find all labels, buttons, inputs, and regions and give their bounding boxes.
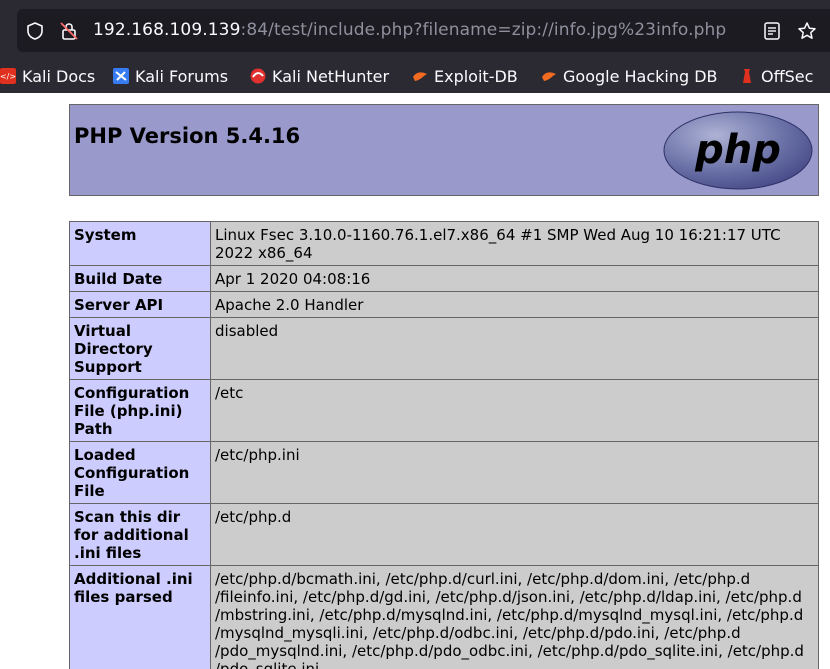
bookmark-label: Kali NetHunter [272,66,390,86]
bookmark-label: Kali Docs [22,66,96,86]
row-value: /etc/php.d/bcmath.ini, /etc/php.d/curl.i… [210,565,819,669]
bookmark-kali-nethunter[interactable]: Kali NetHunter [250,66,389,86]
bookmark-exploit-db[interactable]: Exploit-DB [412,66,518,86]
table-row: System Linux Fsec 3.10.0-1160.76.1.el7.x… [69,221,819,266]
row-value: /etc/php.ini [210,441,819,504]
php-logo: php [663,111,813,190]
page-title: PHP Version 5.4.16 [74,124,301,148]
table-row: Loaded Configuration File /etc/php.ini [69,441,819,504]
table-row: Scan this dir for additional .ini files … [69,503,819,566]
row-key: Loaded Configuration File [69,441,211,504]
url-path: :84/test/include.php?filename=zip://info… [240,20,727,40]
google-hacking-db-icon [542,72,556,81]
row-key: Server API [69,291,211,318]
table-row: Additional .ini files parsed /etc/php.d/… [69,565,819,669]
table-row: Virtual Directory Support disabled [69,317,819,380]
info-table: System Linux Fsec 3.10.0-1160.76.1.el7.x… [69,221,819,669]
row-key: System [69,221,211,266]
browser-chrome: 192.168.109.139:84/test/include.php?file… [0,0,830,93]
bookmark-google-hacking-db[interactable]: Google Hacking DB [541,66,718,86]
kali-forums-icon [113,68,129,84]
table-row: Server API Apache 2.0 Handler [69,291,819,318]
phpinfo-header: PHP Version 5.4.16 php [69,104,819,196]
row-value: /etc [210,379,819,442]
url-text[interactable]: 192.168.109.139:84/test/include.php?file… [93,20,726,40]
row-value: Linux Fsec 3.10.0-1160.76.1.el7.x86_64 #… [210,221,819,266]
bookmark-label: Kali Forums [135,66,229,86]
address-bar[interactable]: 192.168.109.139:84/test/include.php?file… [17,9,830,52]
bookmark-kali-forums[interactable]: Kali Forums [113,66,228,86]
kali-docs-icon: </> [0,68,16,84]
row-value: disabled [210,317,819,380]
row-key: Additional .ini files parsed [69,565,211,669]
bookmark-label: Exploit-DB [434,66,518,86]
table-row: Build Date Apr 1 2020 04:08:16 [69,265,819,292]
insecure-lock-icon[interactable] [59,21,79,41]
exploit-db-icon [413,72,427,81]
bookmark-offsec[interactable]: OffSec [739,66,813,86]
reader-view-icon[interactable] [762,21,782,41]
page-content: PHP Version 5.4.16 php System Linux Fsec… [0,93,830,669]
row-key: Configuration File (php.ini) Path [69,379,211,442]
offsec-icon [743,69,751,83]
row-key: Build Date [69,265,211,292]
row-value: Apr 1 2020 04:08:16 [210,265,819,292]
bookmark-label: OffSec [761,66,814,86]
svg-text:</>: </> [0,72,16,81]
table-row: Configuration File (php.ini) Path /etc [69,379,819,442]
url-host: 192.168.109.139 [93,20,241,40]
shield-icon[interactable] [25,21,45,41]
bookmark-label: Google Hacking DB [563,66,718,86]
row-key: Scan this dir for additional .ini files [69,503,211,566]
bookmark-star-icon[interactable] [797,21,817,41]
row-key: Virtual Directory Support [69,317,211,380]
row-value: /etc/php.d [210,503,819,566]
bookmark-kali-docs[interactable]: </> Kali Docs [0,66,95,86]
row-value: Apache 2.0 Handler [210,291,819,318]
kali-nethunter-icon [250,68,266,84]
bookmarks-toolbar: </> Kali Docs Kali Forums Kali NetHunter… [0,60,830,92]
php-logo-text: php [694,127,781,173]
